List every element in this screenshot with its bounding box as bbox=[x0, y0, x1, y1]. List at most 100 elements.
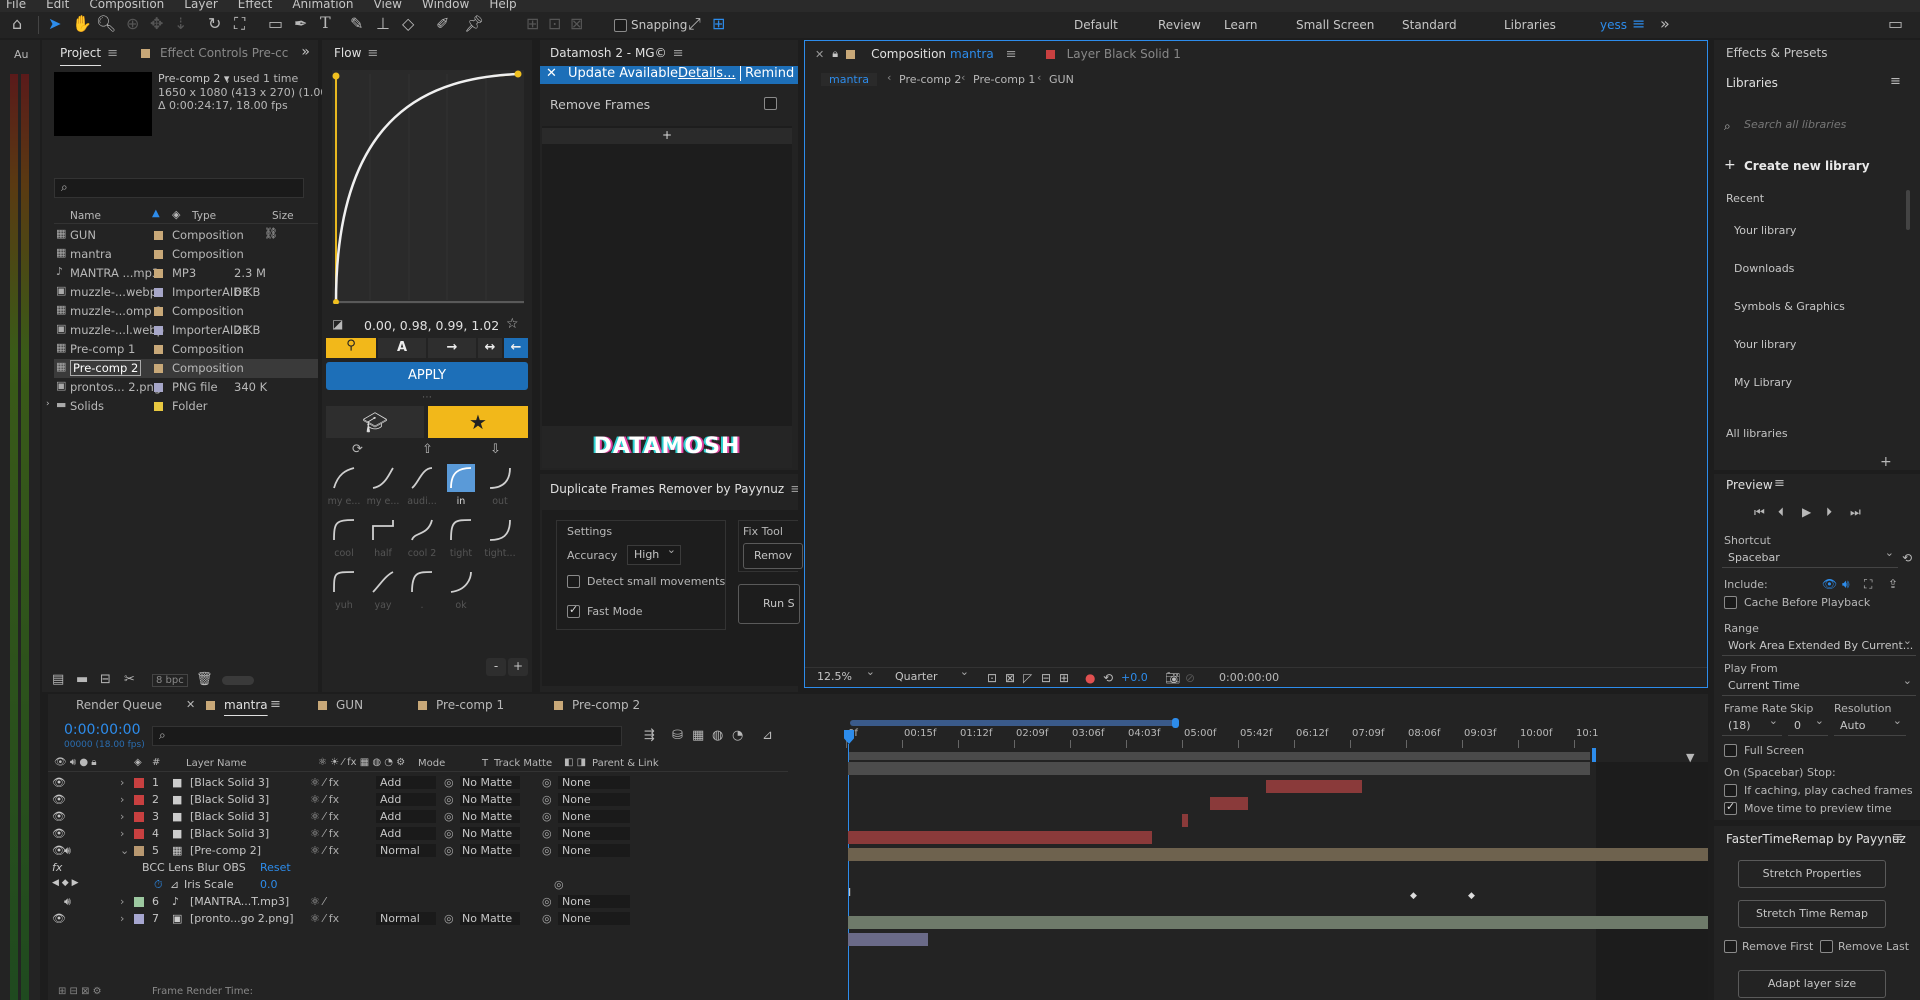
project-item-label-color[interactable] bbox=[154, 402, 163, 411]
layer-row[interactable]: 👁︎ › 7 ▣ [pronto...go 2.png] ⚛ ⁄ fx Normal ◎ No … bbox=[48, 910, 838, 927]
layer-row[interactable]: 🔊︎ › 6 ♪ [MANTRA...T.mp3] ⚛ ⁄ ◎ None bbox=[48, 893, 838, 910]
ftr-menu-icon[interactable]: ≡ bbox=[1892, 830, 1903, 846]
parent-pickwhip-icon[interactable]: ◎ bbox=[542, 810, 552, 823]
column-name[interactable]: Name bbox=[70, 210, 101, 222]
layer-row[interactable]: 👁︎ › 1 ■ [Black Solid 3] ⚛ ⁄ fx Add ◎ No Matte ◎ N… bbox=[48, 774, 838, 791]
adapt-layer-size-button[interactable]: Adapt layer size bbox=[1738, 970, 1886, 998]
comp-canvas[interactable] bbox=[807, 91, 1705, 661]
snapshot-region-icon[interactable]: ⊡ bbox=[987, 670, 997, 686]
menu-help[interactable]: Help bbox=[489, 0, 516, 11]
rectangle-tool-icon[interactable]: ▭ bbox=[268, 16, 283, 32]
ftr-tab[interactable]: FasterTimeRemap by Payynuz bbox=[1726, 832, 1906, 846]
resolution-preview-dropdown[interactable]: Auto bbox=[1834, 718, 1906, 736]
render-queue-tab[interactable]: Render Queue bbox=[76, 698, 162, 712]
layer-switches[interactable]: ⚛ ⁄ fx bbox=[310, 793, 339, 806]
column-type[interactable]: Type bbox=[192, 210, 216, 222]
flow-tab[interactable]: Flow bbox=[334, 46, 361, 60]
project-item-label-color[interactable] bbox=[154, 364, 163, 373]
ease-button-2[interactable]: ↔ bbox=[478, 338, 502, 358]
property-value[interactable]: 0.0 bbox=[260, 878, 278, 891]
flow-plus-button[interactable]: + bbox=[508, 658, 528, 676]
layer-label-color[interactable] bbox=[134, 778, 144, 788]
flow-preset[interactable] bbox=[408, 568, 436, 596]
selection-tool-icon[interactable]: ➤ bbox=[48, 16, 61, 32]
flow-preset[interactable] bbox=[330, 516, 358, 544]
timeline-menu-icon[interactable]: ≡ bbox=[270, 697, 281, 712]
show-snapshot-icon[interactable]: ⊘ bbox=[1185, 670, 1195, 686]
layer-name[interactable]: [pronto...go 2.png] bbox=[190, 912, 294, 925]
ease-button-1[interactable]: → bbox=[428, 338, 476, 358]
recent-library-item[interactable]: Your library bbox=[1734, 338, 1796, 351]
flow-preset[interactable] bbox=[408, 464, 436, 492]
project-item-label-color[interactable] bbox=[154, 326, 163, 335]
layer-mode-dropdown[interactable]: Add bbox=[376, 793, 436, 806]
layer-duration-bar[interactable] bbox=[848, 831, 1152, 844]
preview-menu-icon[interactable]: ≡ bbox=[1774, 476, 1785, 492]
parent-dropdown[interactable]: None bbox=[558, 827, 630, 840]
flow-preset[interactable] bbox=[447, 516, 475, 544]
layer-mode-dropdown[interactable]: Add bbox=[376, 810, 436, 823]
project-item-label-color[interactable] bbox=[154, 231, 163, 240]
track-matte-header[interactable]: Track Matte bbox=[494, 758, 552, 769]
comp-close-icon[interactable]: ✕ bbox=[815, 48, 824, 61]
view-axis-icon[interactable]: ⊠ bbox=[570, 16, 583, 32]
visibility-eye-icon[interactable]: 👁︎ bbox=[52, 793, 66, 806]
datamosh-menu-icon[interactable]: ≡ bbox=[673, 46, 685, 61]
resolution-dropdown[interactable]: Quarter bbox=[889, 670, 973, 686]
remove-frames-checkbox[interactable] bbox=[764, 97, 777, 110]
workspace-4[interactable]: Standard bbox=[1402, 18, 1457, 32]
hand-tool-icon[interactable]: ✋ bbox=[72, 16, 92, 32]
flow-preset[interactable] bbox=[330, 464, 358, 492]
run-button[interactable]: Run S bbox=[738, 584, 800, 624]
layer-name[interactable]: [Black Solid 3] bbox=[190, 810, 269, 823]
graph-editor-icon[interactable]: ◔ bbox=[732, 728, 743, 744]
flow-preset[interactable] bbox=[486, 516, 514, 544]
trash-icon[interactable]: 🗑︎ bbox=[196, 672, 213, 688]
ease-button-3[interactable]: ← bbox=[504, 338, 528, 358]
layer-duration-bar[interactable] bbox=[848, 848, 1708, 861]
accuracy-dropdown[interactable]: High bbox=[627, 545, 681, 565]
breadcrumb-item[interactable]: Pre-comp 1 bbox=[973, 73, 1035, 86]
recent-library-item[interactable]: My Library bbox=[1734, 376, 1792, 389]
drag-handle-icon[interactable]: ⋯ bbox=[422, 392, 432, 403]
keyframe-a[interactable]: ◆ bbox=[1410, 891, 1417, 901]
exposure-value[interactable]: +0.0 bbox=[1121, 671, 1148, 684]
comp-timecode[interactable]: 0:00:00:00 bbox=[1219, 671, 1279, 684]
effects-presets-tab[interactable]: Effects & Presets bbox=[1726, 46, 1827, 60]
stamp-tool-icon[interactable]: ⊥ bbox=[376, 16, 390, 32]
menu-window[interactable]: Window bbox=[422, 0, 469, 11]
mode-header[interactable]: Mode bbox=[418, 758, 445, 769]
pen-tool-icon[interactable]: ✒ bbox=[294, 16, 307, 32]
layer-label-color[interactable] bbox=[134, 795, 144, 805]
thumbnail-slider[interactable] bbox=[222, 676, 254, 685]
layer-label-color[interactable] bbox=[134, 829, 144, 839]
workspace-0[interactable]: Default bbox=[1074, 18, 1118, 32]
layer-name[interactable]: [Pre-comp 2] bbox=[190, 844, 261, 857]
libraries-scrollbar[interactable] bbox=[1906, 190, 1910, 230]
libraries-menu-icon[interactable]: ≡ bbox=[1890, 74, 1901, 90]
layer-name-header[interactable]: Layer Name bbox=[186, 758, 247, 769]
layer-switches[interactable]: ⚛ ⁄ fx bbox=[310, 810, 339, 823]
parent-header[interactable]: Parent & Link bbox=[592, 758, 659, 769]
pan-tool-icon[interactable]: ✥ bbox=[150, 16, 163, 32]
workspace-3[interactable]: Small Screen bbox=[1296, 18, 1374, 32]
layer-label-color[interactable] bbox=[134, 812, 144, 822]
layer-switches[interactable]: ⚛ ⁄ fx bbox=[310, 912, 339, 925]
apply-button[interactable]: APPLY bbox=[326, 362, 528, 390]
home-icon[interactable]: ⌂ bbox=[12, 16, 22, 32]
layer-duration-bar[interactable] bbox=[1266, 780, 1362, 793]
layer-mode-dropdown[interactable]: Add bbox=[376, 776, 436, 789]
ease-key-button[interactable]: ⚲ bbox=[326, 338, 376, 358]
flow-preset[interactable] bbox=[369, 516, 397, 544]
new-comp-icon[interactable]: ⊟ bbox=[100, 672, 111, 688]
first-frame-icon[interactable]: ⏮ bbox=[1754, 504, 1765, 520]
favorites-tab-button[interactable]: ★ bbox=[428, 406, 528, 438]
audio-speaker-icon[interactable]: 🔊︎ bbox=[64, 844, 71, 858]
work-area-end[interactable] bbox=[1172, 718, 1179, 728]
parent-dropdown[interactable]: None bbox=[558, 810, 630, 823]
composition-tab-prefix[interactable]: Composition bbox=[871, 47, 946, 61]
layer-label-color[interactable] bbox=[134, 914, 144, 924]
all-libraries-label[interactable]: All libraries bbox=[1726, 427, 1788, 440]
recent-library-item[interactable]: Your library bbox=[1734, 224, 1796, 237]
keyframe-nav-icons[interactable]: ◀ ◆ ▶ bbox=[52, 878, 79, 888]
